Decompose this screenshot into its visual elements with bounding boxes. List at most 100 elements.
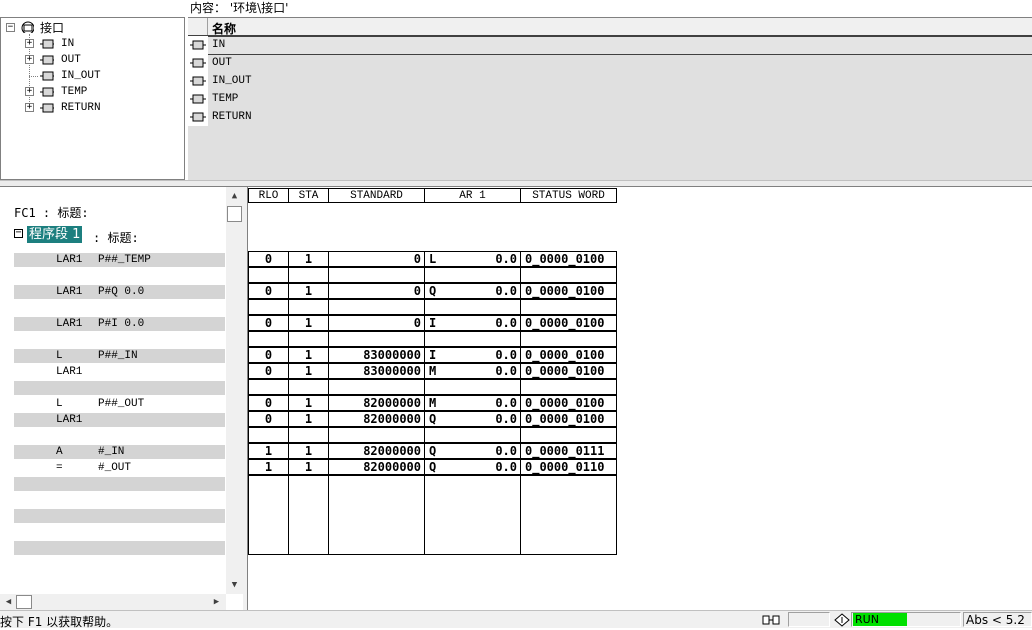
instruction-op: =: [56, 462, 63, 474]
collapse-toggle-icon[interactable]: −: [6, 23, 15, 32]
expand-toggle-icon[interactable]: +: [25, 39, 34, 48]
status-cell-sta: [288, 331, 329, 347]
code-line[interactable]: LAR1 P##_TEMP: [14, 253, 225, 267]
parameter-folder-icon: [40, 39, 54, 49]
code-line[interactable]: [14, 477, 225, 491]
instruction-operand: P##_TEMP: [98, 254, 151, 266]
code-editor[interactable]: FC1 : 标题: − 程序段 1 : 标题: LAR1 P##_TEMP LAR1…: [0, 187, 243, 610]
detail-row-return[interactable]: RETURN: [188, 108, 1032, 126]
status-cell-standard: 82000000: [328, 443, 425, 459]
instruction-op: LAR1: [56, 414, 83, 426]
tree-item-label: RETURN: [61, 102, 101, 114]
expand-toggle-icon[interactable]: +: [25, 55, 34, 64]
detail-row-temp[interactable]: TEMP: [188, 90, 1032, 108]
code-line[interactable]: LAR1: [14, 413, 225, 427]
status-cell-standard: [328, 299, 425, 315]
scroll-left-arrow-icon[interactable]: ◀: [0, 594, 17, 610]
code-line[interactable]: LAR1 P#Q 0.0: [14, 285, 225, 299]
status-cell-ar1: [424, 331, 521, 347]
status-cell-empty: [288, 475, 329, 555]
status-cell-sta: 1: [288, 347, 329, 363]
detail-row-in[interactable]: IN: [188, 36, 1032, 55]
code-line[interactable]: L P##_OUT: [14, 397, 225, 411]
instruction-op: A: [56, 446, 63, 458]
instruction-operand: #_IN: [98, 446, 125, 458]
code-line[interactable]: [14, 381, 225, 395]
status-cell-ar1: [424, 267, 521, 283]
status-value: 1: [304, 316, 313, 330]
code-line[interactable]: [14, 493, 225, 507]
ar1-area: L: [429, 252, 437, 266]
column-header-name[interactable]: 名称: [212, 20, 236, 37]
status-cell-sta: 1: [288, 363, 329, 379]
detail-row-in-out[interactable]: IN_OUT: [188, 72, 1032, 90]
status-cell-rlo: 0: [248, 283, 289, 299]
status-value: 0_0000_0111: [525, 444, 605, 458]
status-value: 0: [264, 396, 273, 410]
code-line[interactable]: = #_OUT: [14, 461, 225, 475]
status-cell-rlo: [248, 427, 289, 443]
status-cell-standard: 82000000: [328, 411, 425, 427]
status-value: 0_0000_0100: [525, 412, 605, 426]
block-title: FC1 : 标题:: [14, 206, 89, 220]
status-cell-sta: 1: [288, 251, 329, 267]
status-value: 0: [264, 252, 273, 266]
code-line[interactable]: [14, 509, 225, 523]
status-cell-status-word: [520, 379, 617, 395]
status-cell-ar1: [424, 379, 521, 395]
status-value: 0_0000_0100: [525, 252, 605, 266]
status-cell-ar1: [424, 427, 521, 443]
status-cell-status-word: 0_0000_0100: [520, 363, 617, 379]
code-horizontal-scrollbar[interactable]: ◀ ▶: [0, 594, 226, 610]
scroll-thumb[interactable]: [227, 206, 242, 222]
status-cell-ar1: M 0.0: [424, 363, 521, 379]
code-line[interactable]: [14, 429, 225, 443]
status-header-status-word: STATUS WORD: [520, 188, 617, 203]
code-line[interactable]: [14, 333, 225, 347]
horizontal-splitter[interactable]: [0, 180, 1032, 187]
status-cell-ar1: I 0.0: [424, 347, 521, 363]
status-bar: 按下 F1 以获取帮助。 RUN Abs < 5.2: [0, 610, 1032, 629]
status-cell-sta: [288, 267, 329, 283]
network-collapse-toggle[interactable]: −: [14, 228, 23, 238]
code-line[interactable]: [14, 269, 225, 283]
instruction-operand: P##_IN: [98, 350, 138, 362]
header-corner: [188, 18, 208, 35]
code-line[interactable]: L P##_IN: [14, 349, 225, 363]
scroll-right-arrow-icon[interactable]: ▶: [208, 594, 225, 610]
detail-row-out[interactable]: OUT: [188, 54, 1032, 72]
scroll-thumb-horizontal[interactable]: [16, 595, 32, 609]
detail-list-header: 名称: [188, 18, 1032, 36]
status-cell-empty: [424, 475, 521, 555]
code-line[interactable]: [14, 541, 225, 555]
status-cell-standard: [328, 267, 425, 283]
status-value: 1: [304, 348, 313, 362]
code-line[interactable]: A #_IN: [14, 445, 225, 459]
interface-tree[interactable]: − 接口 + IN + OUT IN_OUT + TEMP + RETURN: [0, 17, 185, 180]
status-value: 82000000: [363, 412, 421, 426]
status-header-rlo: RLO: [248, 188, 289, 203]
expand-toggle-icon[interactable]: +: [25, 87, 34, 96]
status-cell-status-word: 0_0000_0100: [520, 395, 617, 411]
status-value: 0: [264, 316, 273, 330]
scroll-up-arrow-icon[interactable]: ▲: [226, 188, 243, 204]
parameter-folder-icon: [190, 58, 206, 68]
help-hint: 按下 F1 以获取帮助。: [0, 615, 119, 629]
code-vertical-scrollbar[interactable]: ▲ ▼: [226, 187, 243, 594]
expand-toggle-icon[interactable]: +: [25, 103, 34, 112]
code-line[interactable]: LAR1 P#I 0.0: [14, 317, 225, 331]
tree-item-label: IN_OUT: [61, 70, 101, 82]
interface-detail-list[interactable]: 名称 IN OUT IN_OUT TEMP RETURN: [188, 17, 1032, 180]
scroll-down-arrow-icon[interactable]: ▼: [226, 577, 243, 593]
network-label[interactable]: 程序段 1: [27, 226, 83, 243]
instruction-op: LAR1: [56, 254, 83, 266]
status-cell-standard: 82000000: [328, 395, 425, 411]
status-value: 82000000: [363, 396, 421, 410]
code-line[interactable]: [14, 301, 225, 315]
status-cell-ar1: Q 0.0: [424, 411, 521, 427]
instruction-operand: P##_OUT: [98, 398, 145, 410]
status-cell-sta: [288, 427, 329, 443]
status-cell-empty: [248, 475, 289, 555]
code-line[interactable]: LAR1: [14, 365, 225, 379]
code-line[interactable]: [14, 525, 225, 539]
